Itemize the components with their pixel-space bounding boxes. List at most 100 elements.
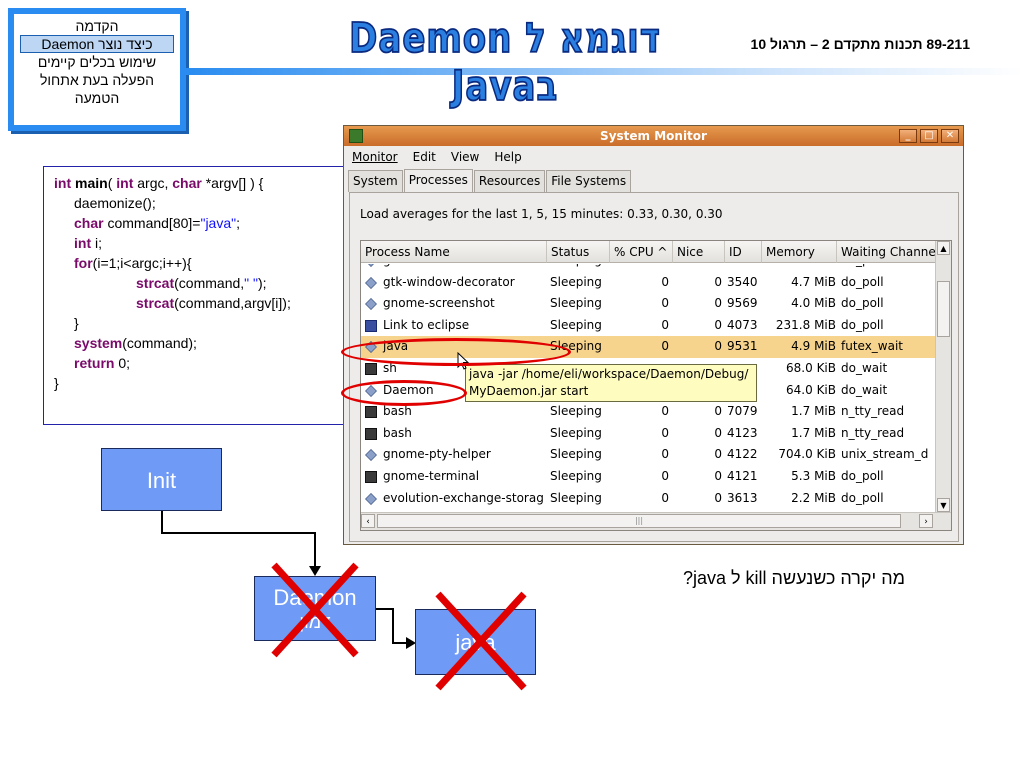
code-line: system(command); <box>74 335 197 351</box>
code-line: char command[80]="java"; <box>74 215 240 231</box>
process-tooltip: java -jar /home/eli/workspace/Daemon/Deb… <box>465 364 757 402</box>
table-row[interactable]: gnome-pty-helper Sleeping 0 0 4122 704.0 KiB u… <box>361 444 937 466</box>
column-header-process-name[interactable]: Process Name <box>361 241 547 263</box>
process-name-cell: gnome-terminal <box>365 466 545 488</box>
scrollbar-thumb[interactable]: ||| <box>377 514 901 528</box>
waiting-channel-cell: do_poll <box>841 317 884 332</box>
red-x-daemon-icon <box>271 562 359 658</box>
memory-cell: 64.0 KiB <box>786 382 836 397</box>
load-averages: Load averages for the last 1, 5, 15 minu… <box>360 207 723 221</box>
nav-item-existing-tools[interactable]: שימוש בכלים קיימים <box>14 53 180 71</box>
nav-item-how-daemon-created[interactable]: כיצד נוצר Daemon <box>20 35 174 53</box>
cpu-cell: 0 <box>612 264 669 272</box>
table-row[interactable]: Link to eclipse Sleeping 0 0 4073 231.8 MiB do… <box>361 315 937 337</box>
terminal-icon <box>365 427 377 440</box>
nav-box: הקדמה כיצד נוצר Daemon שימוש בכלים קיימי… <box>8 8 186 131</box>
waiting-channel-cell: do_poll <box>841 296 884 311</box>
nice-cell: 0 <box>714 274 722 289</box>
tab-file-systems[interactable]: File Systems <box>546 170 632 192</box>
id-cell: 4123 <box>727 425 758 440</box>
horizontal-scrollbar[interactable]: ‹ ||| › <box>361 512 951 530</box>
status-cell: Sleeping <box>550 404 602 419</box>
scroll-left-icon[interactable]: ‹ <box>361 514 375 528</box>
process-name-cell: Link to eclipse <box>365 315 545 337</box>
memory-cell: 231.8 MiB <box>775 317 836 332</box>
id-cell: 7079 <box>727 404 758 419</box>
cpu-cell: 0 <box>661 274 669 289</box>
menu-monitor[interactable]: Monitor <box>352 150 398 164</box>
app-icon <box>349 129 363 143</box>
table-row[interactable]: evolution-exchange-storag Sleeping 0 0 3613 2… <box>361 488 937 510</box>
id-cell: 4122 <box>727 447 758 462</box>
column-header-id[interactable]: ID <box>725 241 762 263</box>
window-titlebar[interactable]: System Monitor _ □ ✕ <box>344 126 963 146</box>
column-header-status[interactable]: Status <box>547 241 610 263</box>
column-header-cpu[interactable]: % CPU ^ <box>610 241 673 263</box>
tooltip-line: MyDaemon.jar start <box>469 384 589 398</box>
process-name-cell: gnome-screensaver <box>365 264 545 272</box>
tab-resources[interactable]: Resources <box>473 170 546 192</box>
table-row[interactable]: gtk-window-decorator Sleeping 0 0 3540 4.7 Mi… <box>361 272 937 294</box>
init-box: Init <box>101 448 222 511</box>
process-name: bash <box>383 425 412 440</box>
menu-bar: Monitor Edit View Help <box>344 146 963 168</box>
process-name-cell: evolution-exchange-storag <box>365 488 545 510</box>
kill-question: מה יקרה כשנעשה kill ל java? <box>682 568 905 588</box>
table-row[interactable]: bash Sleeping 0 0 4123 1.7 MiB n_tty_read <box>361 423 937 445</box>
close-icon[interactable]: ✕ <box>941 129 959 143</box>
memory-cell: 4.9 MiB <box>791 339 836 354</box>
column-header-waiting-channel[interactable]: Waiting Channel <box>837 241 937 263</box>
code-line: strcat(command,argv[i]); <box>136 295 291 311</box>
waiting-channel-cell: do_poll <box>841 468 884 483</box>
cpu-cell: 0 <box>661 296 669 311</box>
cpu-cell: 0 <box>661 447 669 462</box>
process-icon <box>365 276 377 289</box>
maximize-icon[interactable]: □ <box>920 129 938 143</box>
tab-processes[interactable]: Processes <box>403 169 473 193</box>
scroll-down-icon[interactable]: ▼ <box>937 498 950 512</box>
status-cell: Sleeping <box>550 264 610 272</box>
memory-cell: 5.3 MiB <box>791 468 836 483</box>
menu-view[interactable]: View <box>451 150 479 164</box>
code-line: strcat(command," "); <box>136 275 267 291</box>
tab-bar: System Processes Resources File Systems <box>344 168 963 193</box>
status-cell: Sleeping <box>550 468 602 483</box>
code-line: daemonize(); <box>74 195 156 211</box>
process-name: gtk-window-decorator <box>383 274 515 289</box>
table-row[interactable]: gnome-screensaverSleeping0036031.3 MiBdo… <box>361 264 937 272</box>
scroll-up-icon[interactable]: ▲ <box>937 241 950 255</box>
scroll-right-icon[interactable]: › <box>919 514 933 528</box>
tab-system[interactable]: System <box>348 170 403 192</box>
minimize-icon[interactable]: _ <box>899 129 917 143</box>
process-name: evolution-exchange-storag <box>383 490 544 505</box>
waiting-channel-cell: n_tty_read <box>841 425 905 440</box>
status-cell: Sleeping <box>550 317 602 332</box>
id-cell: 4121 <box>727 468 758 483</box>
memory-cell: 1.7 MiB <box>791 404 836 419</box>
menu-edit[interactable]: Edit <box>413 150 436 164</box>
scrollbar-thumb[interactable] <box>937 281 950 337</box>
table-row[interactable]: gnome-terminal Sleeping 0 0 4121 5.3 MiB do_po… <box>361 466 937 488</box>
java-highlight-oval <box>341 338 571 366</box>
table-row[interactable]: gnome-screenshot Sleeping 0 0 9569 4.0 MiB do_… <box>361 293 937 315</box>
table-row[interactable]: bash Sleeping 0 0 7079 1.7 MiB n_tty_read <box>361 401 937 423</box>
process-name: gnome-terminal <box>383 468 480 483</box>
cpu-cell: 0 <box>661 468 669 483</box>
process-icon <box>365 492 377 505</box>
status-cell: Sleeping <box>550 447 602 462</box>
nav-item-intro[interactable]: הקדמה <box>14 17 180 35</box>
waiting-channel-cell: do_wait <box>841 382 888 397</box>
status-cell: Sleeping <box>550 425 602 440</box>
nav-item-embedding[interactable]: הטמעה <box>14 89 180 107</box>
menu-help[interactable]: Help <box>494 150 521 164</box>
process-icon <box>365 264 377 267</box>
connector-line <box>376 608 392 610</box>
id-cell: 9531 <box>727 339 758 354</box>
nav-item-boot-startup[interactable]: הפעלה בעת אתחול <box>14 71 180 89</box>
id-cell: 4073 <box>727 317 758 332</box>
nice-cell: 0 <box>714 425 722 440</box>
course-header: 89-211 תכנות מתקדם 2 – תרגול 10 <box>750 36 970 52</box>
column-header-nice[interactable]: Nice <box>673 241 725 263</box>
column-header-memory[interactable]: Memory <box>762 241 837 263</box>
vertical-scrollbar[interactable]: ▲ ▼ <box>935 241 951 513</box>
